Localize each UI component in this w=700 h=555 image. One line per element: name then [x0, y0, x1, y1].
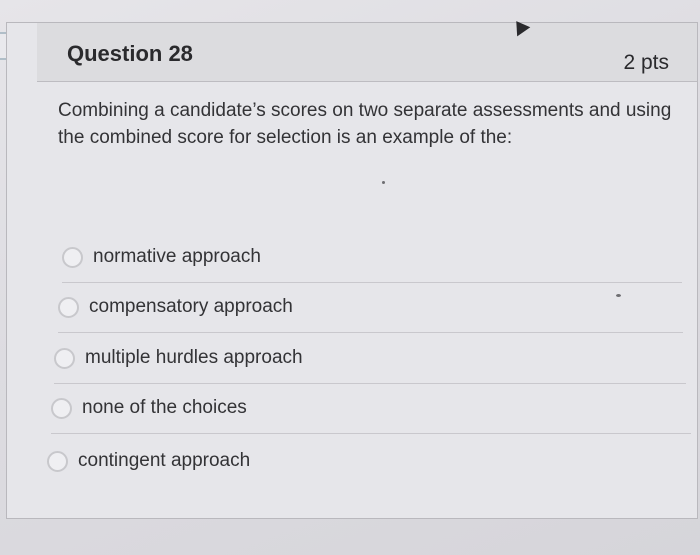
answer-label: contingent approach	[78, 450, 251, 471]
answer-option-multiple-hurdles[interactable]: multiple hurdles approach	[54, 333, 686, 384]
answer-option-none[interactable]: none of the choices	[51, 383, 691, 434]
question-header: Question 28 2 pts	[37, 23, 697, 82]
question-title: Question 28	[67, 41, 193, 66]
answer-label: none of the choices	[82, 397, 247, 418]
answer-label: multiple hurdles approach	[85, 347, 303, 368]
screen-speck	[616, 294, 621, 297]
screen-speck	[382, 181, 385, 184]
answer-option-contingent[interactable]: contingent approach	[47, 436, 692, 486]
answer-option-compensatory[interactable]: compensatory approach	[58, 282, 683, 333]
answer-label: compensatory approach	[89, 296, 293, 317]
radio-button-icon[interactable]	[51, 397, 72, 419]
radio-button-icon[interactable]	[54, 347, 75, 369]
radio-button-icon[interactable]	[47, 450, 68, 472]
points-value: 2 pts	[623, 51, 669, 74]
answer-option-normative[interactable]: normative approach	[62, 232, 682, 283]
radio-button-icon[interactable]	[58, 296, 79, 318]
radio-button-icon[interactable]	[62, 246, 83, 268]
answer-label: normative approach	[93, 246, 261, 267]
question-text: Combining a candidate’s scores on two se…	[58, 100, 672, 148]
